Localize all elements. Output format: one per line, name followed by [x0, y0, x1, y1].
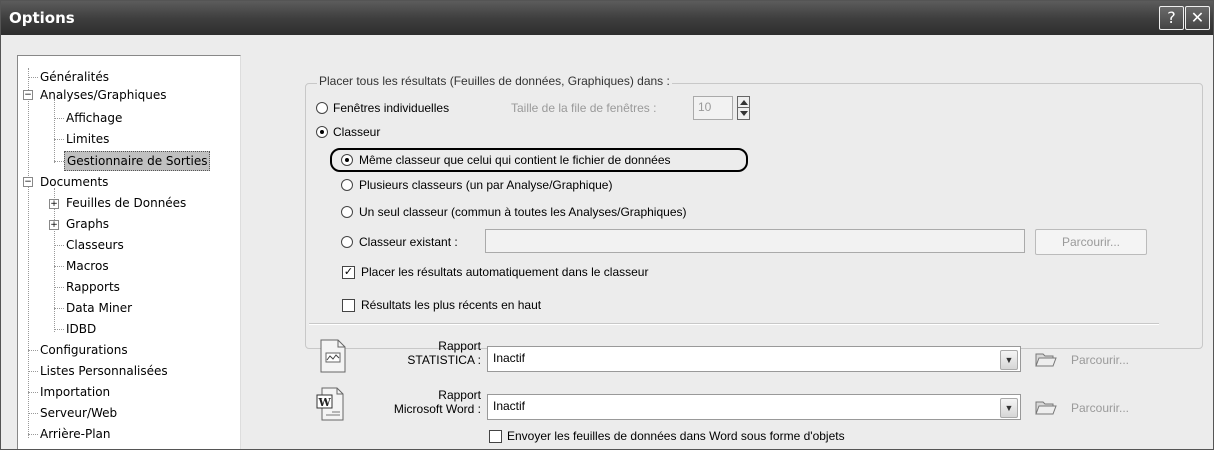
collapse-icon[interactable]: − [23, 90, 33, 100]
tree-item-server-web[interactable]: Serveur/Web [40, 404, 117, 422]
stat-browse-button[interactable]: Parcourir... [1071, 353, 1129, 367]
radio-existing-workbook[interactable] [341, 236, 353, 248]
tree-item-output-manager[interactable]: Gestionnaire de Sorties [64, 151, 211, 171]
tree-item-background[interactable]: Arrière-Plan [40, 425, 111, 443]
auto-place-checkbox[interactable]: ✓ [342, 266, 355, 279]
word-browse-button[interactable]: Parcourir... [1071, 401, 1129, 415]
radio-single-workbook[interactable] [341, 206, 353, 218]
radio-individual-windows[interactable] [316, 102, 328, 114]
browse-workbook-button[interactable]: Parcourir... [1035, 229, 1147, 255]
document-icon [320, 339, 346, 373]
queue-size-spinner[interactable] [737, 96, 750, 120]
folder-open-icon [1035, 401, 1057, 415]
close-button[interactable]: ✕ [1185, 6, 1210, 30]
radio-workbook[interactable] [316, 126, 328, 138]
tree-item-generalites[interactable]: Généralités [40, 68, 109, 86]
radio-same-workbook[interactable] [341, 154, 353, 166]
tree-item-affichage[interactable]: Affichage [66, 109, 122, 127]
collapse-icon[interactable]: − [23, 177, 33, 187]
tree-item-classeurs[interactable]: Classeurs [66, 236, 124, 254]
stat-report-label-2: STATISTICA : [407, 353, 481, 367]
word-report-value: Inactif [493, 399, 526, 413]
stat-report-label-1: Rapport [438, 339, 481, 353]
word-report-label-2: Microsoft Word : [393, 402, 481, 416]
output-group-label: Placer tous les résultats (Feuilles de d… [317, 74, 672, 88]
radio-same-workbook-label: Même classeur que celui qui contient le … [359, 153, 671, 167]
queue-size-input[interactable]: 10 [693, 96, 733, 120]
expand-icon[interactable]: + [49, 199, 59, 209]
recent-top-label: Résultats les plus récents en haut [361, 298, 542, 312]
options-dialog: Options ? ✕ Généralités − Analyses/Graph… [0, 0, 1214, 450]
auto-place-label: Placer les résultats automatiquement dan… [361, 265, 649, 279]
tree-item-import[interactable]: Importation [40, 383, 110, 401]
help-button[interactable]: ? [1159, 6, 1184, 30]
dialog-title: Options [9, 9, 75, 27]
radio-individual-label: Fenêtres individuelles [333, 101, 450, 115]
stat-report-value: Inactif [493, 351, 526, 365]
tree-item-datasheets[interactable]: Feuilles de Données [66, 194, 186, 212]
chevron-down-icon[interactable]: ▼ [1000, 350, 1018, 370]
send-objects-label: Envoyer les feuilles de données dans Wor… [507, 429, 845, 443]
tree-item-idbd[interactable]: IDBD [66, 320, 96, 338]
options-tree[interactable]: Généralités − Analyses/Graphiques Affich… [17, 55, 241, 449]
tree-item-documents[interactable]: Documents [40, 173, 108, 191]
radio-multiple-workbooks[interactable] [341, 179, 353, 191]
tree-item-configurations[interactable]: Configurations [40, 341, 128, 359]
radio-workbook-label: Classeur [333, 125, 381, 139]
title-bar[interactable]: Options ? ✕ [1, 1, 1213, 35]
folder-open-icon [1035, 353, 1057, 367]
radio-existing-label: Classeur existant : [359, 235, 458, 249]
tree-item-graphs[interactable]: Graphs [66, 215, 109, 233]
send-objects-checkbox[interactable] [489, 430, 502, 443]
tree-item-macros[interactable]: Macros [66, 257, 109, 275]
tree-item-limites[interactable]: Limites [66, 130, 109, 148]
word-report-select[interactable]: Inactif ▼ [487, 394, 1021, 420]
radio-multiple-label: Plusieurs classeurs (un par Analyse/Grap… [359, 178, 613, 192]
tree-item-analyses[interactable]: Analyses/Graphiques [40, 86, 167, 104]
radio-single-label: Un seul classeur (commun à toutes les An… [359, 205, 687, 219]
svg-text:W: W [318, 396, 332, 409]
stat-report-select[interactable]: Inactif ▼ [487, 346, 1021, 372]
existing-workbook-input[interactable] [485, 229, 1025, 253]
section-divider [309, 323, 1159, 325]
tree-item-custom-lists[interactable]: Listes Personnalisées [40, 362, 168, 380]
chevron-down-icon[interactable]: ▼ [1000, 398, 1018, 418]
tree-item-data-miner[interactable]: Data Miner [66, 299, 132, 317]
recent-top-checkbox[interactable] [342, 299, 355, 312]
expand-icon[interactable]: + [49, 220, 59, 230]
word-document-icon: W [316, 387, 344, 421]
tree-item-rapports[interactable]: Rapports [66, 278, 120, 296]
queue-size-label: Taille de la file de fenêtres : [511, 101, 657, 115]
word-report-label-1: Rapport [438, 388, 481, 402]
